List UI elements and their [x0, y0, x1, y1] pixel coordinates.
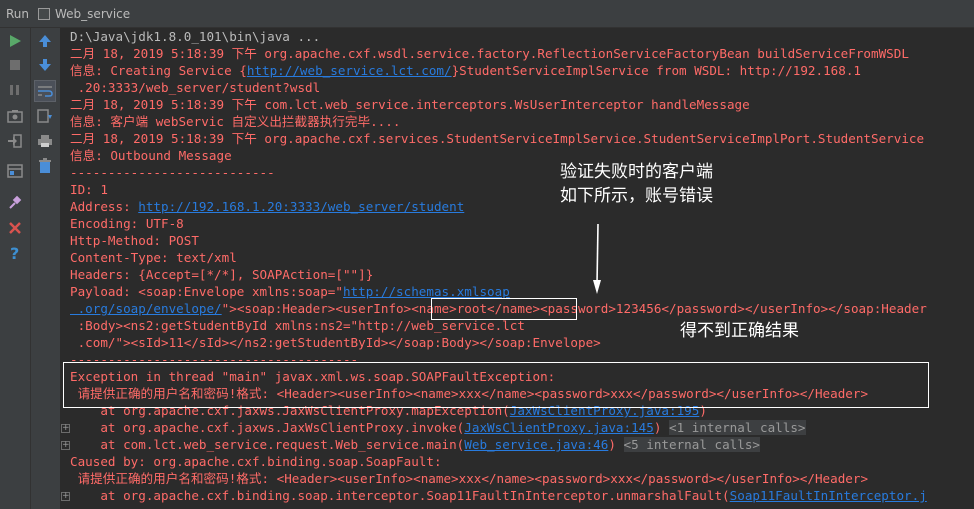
print-button[interactable] [35, 131, 55, 151]
scroll-to-end-icon [37, 109, 52, 123]
pin-tab-button[interactable] [5, 193, 25, 213]
layout-button[interactable] [5, 161, 25, 181]
layout-icon [7, 164, 23, 178]
stack-frame: at com.lct.web_service.request.Web_servi… [70, 436, 760, 453]
internal-calls-badge[interactable]: <5 internal calls> [623, 437, 760, 452]
pause-button[interactable] [5, 80, 25, 100]
previous-occurrence-button[interactable] [35, 31, 55, 51]
stack-frame: at org.apache.cxf.binding.soap.intercept… [70, 487, 927, 504]
console-line: Encoding: UTF-8 [70, 216, 184, 231]
close-button[interactable] [5, 218, 25, 238]
svg-text:?: ? [10, 245, 19, 261]
stack-frame-link[interactable]: Soap11FaultInInterceptor.j [730, 488, 927, 503]
console-link[interactable]: http://192.168.1.20:3333/web_server/stud… [138, 199, 464, 214]
annotation-result-note: 得不到正确结果 [680, 321, 799, 341]
annotation-note-line2: 如下所示，账号错误 [560, 186, 713, 206]
console-line: D:\Java\jdk1.8.0_101\bin\java ... [70, 29, 321, 44]
console-text: Payload: <soap:Envelope xmlns:soap=" [70, 284, 343, 299]
run-tool-window-header: Run Web_service [0, 0, 974, 28]
expand-fold-icon[interactable] [61, 441, 70, 450]
restore-layout-button[interactable] [5, 131, 25, 151]
expand-fold-icon[interactable] [61, 424, 70, 433]
console-line: --------------------------- [70, 165, 275, 180]
run-icon [10, 35, 21, 47]
console-output[interactable]: D:\Java\jdk1.8.0_101\bin\java ... 二月 18,… [61, 28, 974, 509]
console-text: ) [608, 437, 624, 452]
scroll-to-end-button[interactable] [35, 106, 55, 126]
run-tab-title[interactable]: Web_service [55, 7, 130, 21]
print-icon [38, 135, 52, 147]
toolbar-separator [30, 28, 31, 509]
console-line: 二月 18, 2019 5:18:39 下午 com.lct.web_servi… [70, 97, 750, 112]
clear-all-button[interactable] [35, 156, 55, 176]
highlight-name-box [431, 298, 577, 320]
console-line: Headers: {Accept=[*/*], SOAPAction=[""]} [70, 267, 374, 282]
console-line: 信息: Creating Service {http://web_service… [70, 62, 861, 79]
next-occurrence-button[interactable] [35, 55, 55, 75]
console-line: 二月 18, 2019 5:18:39 下午 org.apache.cxf.ws… [70, 46, 909, 61]
run-label: Run [6, 6, 30, 21]
console-text: at com.lct.web_service.request.Web_servi… [70, 437, 465, 452]
console-text: }StudentServiceImplService from WSDL: ht… [451, 63, 861, 78]
console-line: Http-Method: POST [70, 233, 199, 248]
internal-calls-badge[interactable]: <1 internal calls> [669, 420, 806, 435]
console-line: 信息: Outbound Message [70, 148, 232, 163]
console-line: Caused by: org.apache.cxf.binding.soap.S… [70, 454, 442, 469]
console-text: ) [653, 420, 670, 435]
trash-icon [39, 158, 51, 173]
annotation-arrow-icon [593, 223, 601, 294]
run-toolbar: ? [0, 28, 60, 509]
login-icon [8, 134, 22, 148]
camera-icon [7, 110, 23, 123]
stop-icon [10, 60, 20, 70]
console-text: 信息: Creating Service { [70, 63, 247, 78]
arrow-down-icon [39, 59, 51, 71]
console-line: ID: 1 [70, 182, 108, 197]
console-link[interactable]: http://web_service.lct.com/ [247, 63, 452, 78]
rerun-button[interactable] [5, 31, 25, 51]
console-line: Address: http://192.168.1.20:3333/web_se… [70, 198, 464, 215]
stack-frame: at org.apache.cxf.jaxws.JaxWsClientProxy… [70, 419, 806, 436]
stack-frame-link[interactable]: Web_service.java:46 [464, 437, 608, 452]
console-line: 请提供正确的用户名和密码!格式: <Header><userInfo><name… [70, 471, 869, 486]
console-tab-icon [38, 7, 51, 20]
console-line: .20:3333/web_server/student?wsdl [70, 80, 321, 95]
soft-wrap-button[interactable] [34, 80, 56, 102]
wrap-icon [38, 86, 53, 97]
pause-icon [10, 85, 19, 95]
expand-fold-icon[interactable] [61, 492, 70, 501]
console-text: at org.apache.cxf.binding.soap.intercept… [70, 488, 730, 503]
annotation-note-line1: 验证失败时的客户端 [560, 162, 713, 182]
console-line: 信息: 客户端 webServic 自定义出拦截器执行完毕.... [70, 114, 401, 129]
console-text: Address: [70, 199, 139, 214]
console-text: at org.apache.cxf.jaxws.JaxWsClientProxy… [70, 420, 465, 435]
console-link[interactable]: .org/soap/envelope/ [70, 301, 222, 316]
console-line: 二月 18, 2019 5:18:39 下午 org.apache.cxf.se… [70, 131, 925, 146]
console-line: Content-Type: text/xml [70, 250, 237, 265]
stop-button[interactable] [5, 55, 25, 75]
close-icon [9, 222, 21, 234]
console-link[interactable]: http://schemas.xmlsoap [343, 284, 510, 299]
pin-icon [9, 195, 22, 209]
help-button[interactable]: ? [5, 243, 25, 263]
help-icon: ? [10, 245, 19, 261]
stack-frame-link[interactable]: JaxWsClientProxy.java:145 [464, 420, 654, 435]
arrow-up-icon [39, 35, 51, 47]
console-line: .com/"><sId>11</sId></ns2:getStudentById… [70, 335, 601, 350]
highlight-exception-box [63, 362, 929, 408]
dump-threads-button[interactable] [5, 106, 25, 126]
